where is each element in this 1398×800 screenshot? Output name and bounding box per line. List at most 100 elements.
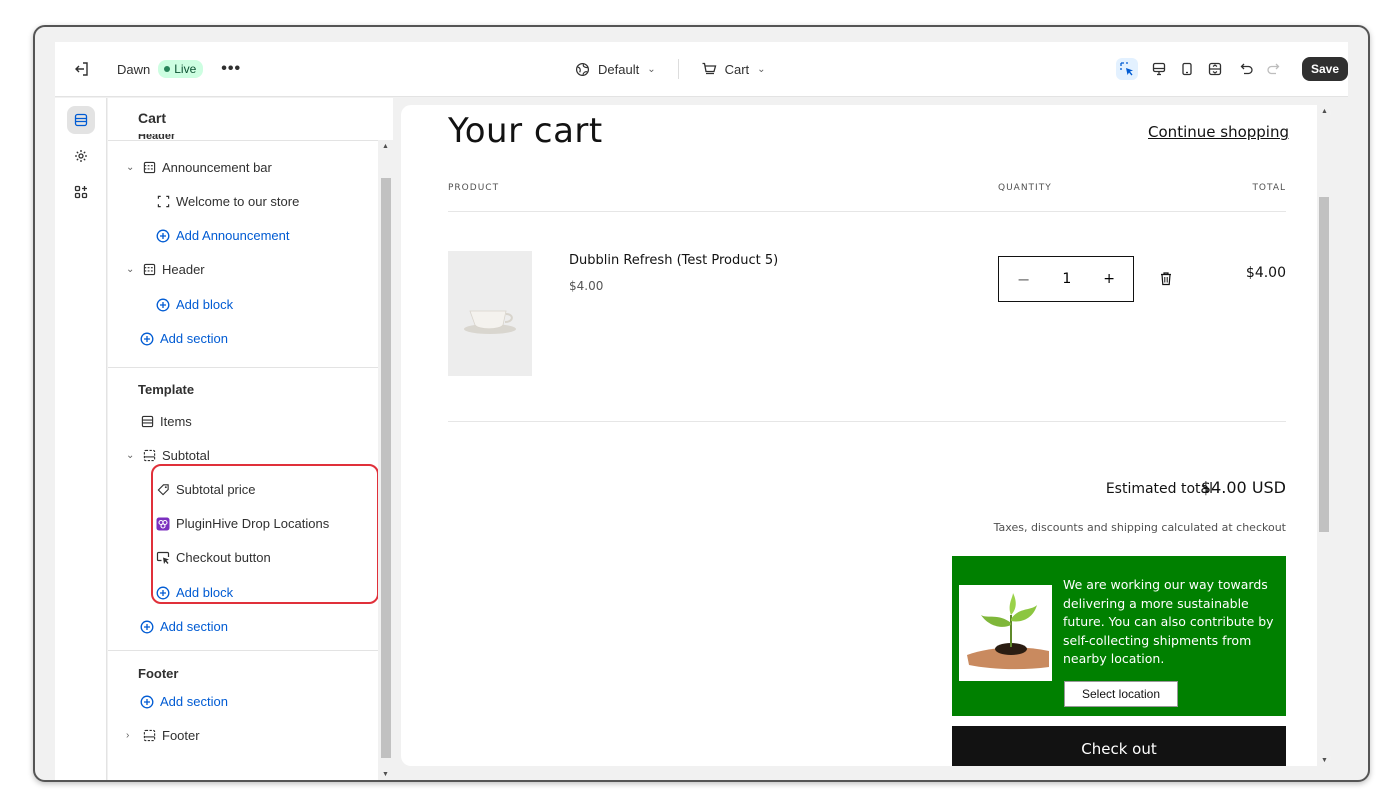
add-announcement-button[interactable]: Add Announcement bbox=[156, 228, 289, 243]
tree-item-announcement-bar[interactable]: ⌄ Announcement bar bbox=[126, 160, 272, 175]
cart-icon bbox=[702, 62, 716, 75]
plus-circle-icon bbox=[140, 332, 154, 346]
redo-icon bbox=[1267, 63, 1280, 75]
live-dot-icon bbox=[164, 66, 171, 72]
tree-item-label: Welcome to our store bbox=[176, 194, 300, 209]
theme-selector-label: Default bbox=[598, 61, 640, 77]
add-section-label: Add section bbox=[160, 619, 228, 634]
tree-item-label: Announcement bar bbox=[162, 160, 272, 175]
preview-scrollbar[interactable]: ▲ ▼ bbox=[1317, 105, 1331, 766]
section-icon bbox=[142, 263, 156, 277]
globe-icon bbox=[575, 62, 590, 76]
tree-item-label: Subtotal bbox=[162, 448, 210, 463]
template-selector[interactable]: Cart ⌄ bbox=[701, 61, 766, 77]
tree-item-label: Items bbox=[160, 414, 192, 429]
gear-icon bbox=[74, 150, 87, 162]
inspector-toggle[interactable] bbox=[1115, 58, 1138, 80]
save-button[interactable]: Save bbox=[1301, 57, 1348, 81]
divider bbox=[108, 140, 378, 141]
continue-shopping-link[interactable]: Continue shopping bbox=[1148, 123, 1289, 141]
divider bbox=[677, 59, 679, 79]
add-block-button[interactable]: Add block bbox=[156, 297, 233, 312]
exit-icon[interactable] bbox=[69, 56, 95, 82]
full-width-view-button[interactable] bbox=[1204, 58, 1226, 80]
chevron-right-icon[interactable]: › bbox=[126, 730, 136, 741]
chevron-down-icon: ⌄ bbox=[647, 63, 656, 75]
more-actions-button[interactable]: ••• bbox=[221, 60, 241, 78]
chevron-down-icon[interactable]: ⌄ bbox=[126, 264, 136, 275]
add-section-button[interactable]: Add section bbox=[140, 694, 228, 709]
panel-scrollbar[interactable]: ▲ ▼ bbox=[378, 140, 393, 780]
tree-item-header[interactable]: ⌄ Header bbox=[126, 262, 205, 277]
plus-icon[interactable]: + bbox=[1103, 271, 1115, 287]
promo-text: We are working our way towards deliverin… bbox=[1063, 577, 1274, 666]
checkout-button[interactable]: Check out bbox=[952, 726, 1286, 766]
apps-icon bbox=[74, 185, 87, 199]
sections-tab[interactable] bbox=[66, 106, 95, 134]
divider bbox=[448, 421, 1286, 422]
chevron-down-icon[interactable]: ⌄ bbox=[126, 450, 136, 461]
template-selector-label: Cart bbox=[724, 61, 750, 77]
storefront-preview: Your cart Continue shopping PRODUCT QUAN… bbox=[401, 105, 1331, 766]
add-block-label: Add block bbox=[176, 297, 234, 312]
chevron-down-icon: ⌄ bbox=[757, 63, 766, 75]
divider bbox=[108, 650, 378, 651]
plant-in-hand-image bbox=[959, 585, 1052, 681]
highlight-annotation bbox=[151, 464, 379, 604]
editor-topbar: Dawn Live ••• Default ⌄ Cart ⌄ Save bbox=[55, 42, 1348, 97]
tree-item-label: Header bbox=[162, 262, 205, 277]
chevron-down-icon[interactable]: ⌄ bbox=[126, 162, 136, 173]
add-section-label: Add section bbox=[160, 694, 228, 709]
live-badge-label: Live bbox=[174, 62, 197, 76]
tree-item-footer[interactable]: › Footer bbox=[126, 728, 200, 743]
desktop-view-button[interactable] bbox=[1148, 58, 1170, 80]
scroll-up-arrow-icon[interactable]: ▲ bbox=[382, 143, 389, 150]
sections-icon bbox=[74, 113, 87, 127]
divider bbox=[448, 211, 1286, 212]
add-announcement-label: Add Announcement bbox=[176, 228, 290, 243]
tree-item-items[interactable]: Items bbox=[140, 414, 192, 429]
plus-circle-icon bbox=[140, 695, 154, 709]
add-section-button[interactable]: Add section bbox=[140, 331, 228, 346]
scrollbar-thumb[interactable] bbox=[1319, 197, 1329, 532]
tax-note: Taxes, discounts and shipping calculated… bbox=[993, 521, 1286, 534]
mobile-icon bbox=[1182, 62, 1192, 76]
scroll-up-arrow-icon[interactable]: ▲ bbox=[1321, 108, 1328, 115]
drop-locations-promo: We are working our way towards deliverin… bbox=[952, 556, 1286, 716]
column-header-total: TOTAL bbox=[1252, 183, 1286, 193]
scroll-down-arrow-icon[interactable]: ▼ bbox=[382, 771, 389, 778]
product-name[interactable]: Dubblin Refresh (Test Product 5) bbox=[569, 253, 778, 268]
cart-heading: Your cart bbox=[448, 111, 603, 151]
footer-icon bbox=[142, 729, 156, 743]
select-cursor-icon bbox=[1120, 62, 1133, 76]
undo-button[interactable] bbox=[1236, 58, 1258, 80]
redo-button[interactable] bbox=[1262, 58, 1284, 80]
tree-item-subtotal[interactable]: ⌄ Subtotal bbox=[126, 448, 210, 463]
plus-circle-icon bbox=[156, 298, 170, 312]
add-section-button[interactable]: Add section bbox=[140, 619, 228, 634]
scroll-down-arrow-icon[interactable]: ▼ bbox=[1321, 757, 1328, 764]
app-embeds-tab[interactable] bbox=[67, 178, 95, 206]
subtotal-icon bbox=[142, 449, 156, 463]
mobile-view-button[interactable] bbox=[1176, 58, 1198, 80]
tree-item-announcement-block[interactable]: Welcome to our store bbox=[156, 194, 299, 209]
scrollbar-thumb[interactable] bbox=[381, 178, 391, 758]
left-rail bbox=[55, 98, 107, 780]
desktop-icon bbox=[1152, 62, 1166, 76]
minus-icon[interactable]: − bbox=[1017, 270, 1030, 289]
plus-circle-icon bbox=[156, 229, 170, 243]
plus-circle-icon bbox=[140, 620, 154, 634]
quantity-value[interactable]: 1 bbox=[1062, 271, 1071, 287]
line-total: $4.00 bbox=[1245, 265, 1286, 281]
undo-icon bbox=[1240, 63, 1253, 75]
theme-settings-tab[interactable] bbox=[67, 142, 95, 170]
quantity-stepper[interactable]: − 1 + bbox=[998, 256, 1134, 302]
block-icon bbox=[156, 195, 170, 209]
trash-icon[interactable] bbox=[1159, 271, 1173, 291]
product-image[interactable] bbox=[448, 251, 532, 376]
column-header-quantity: QUANTITY bbox=[998, 183, 1052, 193]
footer-group-heading: Footer bbox=[138, 666, 179, 681]
select-location-button[interactable]: Select location bbox=[1064, 681, 1178, 707]
divider bbox=[108, 367, 378, 368]
theme-selector[interactable]: Default ⌄ bbox=[575, 62, 656, 77]
